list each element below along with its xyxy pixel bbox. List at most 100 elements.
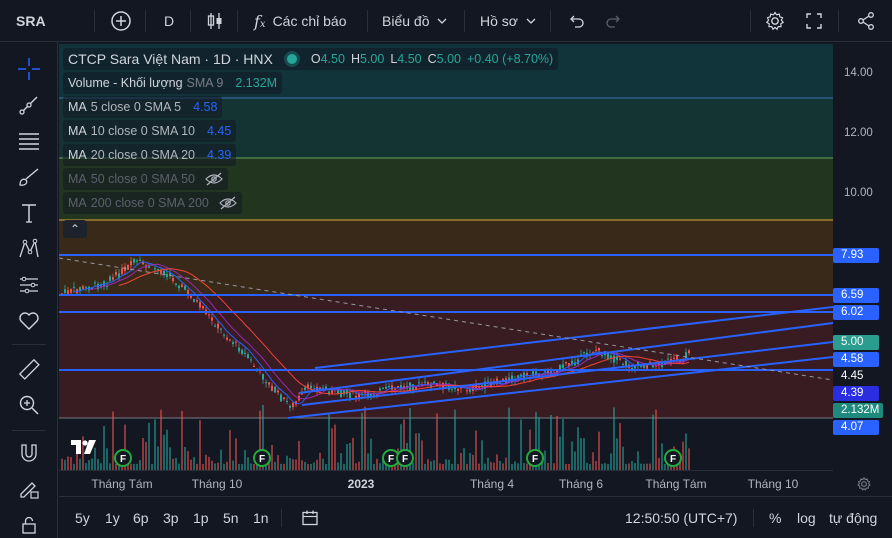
volume-bar [613,407,615,470]
volume-bar [445,459,447,470]
volume-bar [103,426,105,470]
volume-bar [199,420,201,470]
volume-bar [334,424,336,470]
redo-button[interactable] [604,0,624,42]
text-tool-button[interactable] [14,198,44,228]
candle-body [418,382,420,384]
zoom-in-button[interactable] [14,390,44,420]
candle-body [187,290,189,295]
undo-button[interactable] [566,0,586,42]
indicators-button[interactable]: fx Các chỉ báo [254,0,347,42]
timezone-clock[interactable]: 12:50:50 (UTC+7) [625,497,737,538]
compare-add-button[interactable] [110,0,132,42]
heart-icon [19,312,39,330]
eye-hidden-icon[interactable] [205,172,223,186]
candle-body [166,274,168,278]
lock-drawings-button[interactable] [14,510,44,538]
fib-tool-button[interactable] [14,126,44,156]
candle-body [238,347,240,352]
candle-body [274,386,276,393]
magnet-button[interactable] [14,438,44,468]
volume-bar [493,462,495,470]
profile-label: Hồ sơ [480,13,518,29]
price-chart[interactable]: FFFFFF CTCP Sara Việt Nam · 1D · HNX O 4.… [59,44,833,470]
range-1d-button[interactable]: 1n [253,497,269,538]
volume-bar [439,463,441,470]
volume-bar [358,461,360,470]
candle-body [193,299,195,302]
calendar-icon [302,510,318,526]
earnings-marker[interactable]: F [396,449,414,467]
volume-bar [577,427,579,470]
legend-title-row[interactable]: CTCP Sara Việt Nam · 1D · HNX O 4.50 H 5.0… [63,48,559,70]
range-1y-button[interactable]: 1y [105,497,120,538]
favorites-button[interactable] [14,306,44,336]
earnings-marker[interactable]: F [526,449,544,467]
volume-bar [367,453,369,470]
volume-bar [94,447,96,470]
earnings-marker[interactable]: F [664,449,682,467]
ma-params: 50 close 0 SMA 50 [90,172,195,186]
legend-volume-row[interactable]: Volume - Khối lượng SMA 9 2.132M [63,72,283,94]
volume-bar [682,441,684,470]
legend-ma10-row[interactable]: MA 10 close 0 SMA 10 4.45 [63,120,237,142]
candle-body [562,364,564,368]
earnings-marker[interactable]: F [253,449,271,467]
brush-tool-button[interactable] [14,162,44,192]
legend-ma50-row[interactable]: MA 50 close 0 SMA 50 [63,168,228,190]
range-1m-button[interactable]: 1p [193,497,209,538]
volume-bar [559,436,561,470]
legend-ma200-row[interactable]: MA 200 close 0 SMA 200 [63,192,242,214]
volume-bar [226,461,228,470]
open-value: 4.50 [320,52,345,66]
forecast-tool-button[interactable] [14,270,44,300]
chart-layout-dropdown[interactable]: Biểu đồ [382,0,451,42]
volume-bar [232,460,234,470]
measure-tool-button[interactable] [14,354,44,384]
symbol-search-button[interactable]: SRA [16,0,46,42]
range-3m-button[interactable]: 3p [163,497,179,538]
volume-bar [370,438,372,470]
volume-bar [469,453,471,470]
volume-bar [634,463,636,470]
share-button[interactable] [856,0,876,42]
candle-body [292,402,294,408]
range-5y-button[interactable]: 5y [75,497,90,538]
chart-type-button[interactable] [205,0,225,42]
earnings-marker[interactable]: F [114,449,132,467]
auto-scale-button[interactable]: tự động [829,497,877,538]
volume-bar [574,451,576,470]
profile-dropdown[interactable]: Hồ sơ [480,0,540,42]
close-value: 5.00 [436,52,461,66]
volume-bar [181,410,183,470]
pattern-tool-button[interactable] [14,234,44,264]
volume-bar [208,456,210,470]
candle-body [133,259,135,263]
percent-scale-button[interactable]: % [769,497,781,538]
high-value: 5.00 [359,52,385,66]
candle-body [415,387,417,390]
volume-bar [412,462,414,470]
time-axis[interactable]: Tháng Tám Tháng 10 2023 Tháng 4 Tháng 6 … [59,470,833,496]
log-scale-button[interactable]: log [797,497,816,538]
legend-ma20-row[interactable]: MA 20 close 0 SMA 20 4.39 [63,144,237,166]
chevron-up-icon: ⌃ [69,222,81,236]
crosshair-tool-button[interactable] [14,54,44,84]
settings-button[interactable] [764,0,786,42]
divider [237,10,238,32]
eye-hidden-icon[interactable] [219,196,237,210]
undo-icon [570,15,584,28]
axis-settings-button[interactable] [844,471,884,497]
candle-body [382,387,384,389]
range-6m-button[interactable]: 6p [133,497,149,538]
legend-collapse-button[interactable]: ⌃ [63,220,87,238]
drawing-toolbar [0,42,58,538]
go-to-date-button[interactable] [301,497,319,538]
fullscreen-button[interactable] [804,0,824,42]
trend-line-tool-button[interactable] [14,90,44,120]
interval-button[interactable]: D [164,0,174,42]
legend-ma5-row[interactable]: MA 5 close 0 SMA 5 4.58 [63,96,223,118]
range-5d-button[interactable]: 5n [223,497,239,538]
drawing-mode-button[interactable] [14,474,44,504]
ma-params: 20 close 0 SMA 20 [90,148,195,162]
